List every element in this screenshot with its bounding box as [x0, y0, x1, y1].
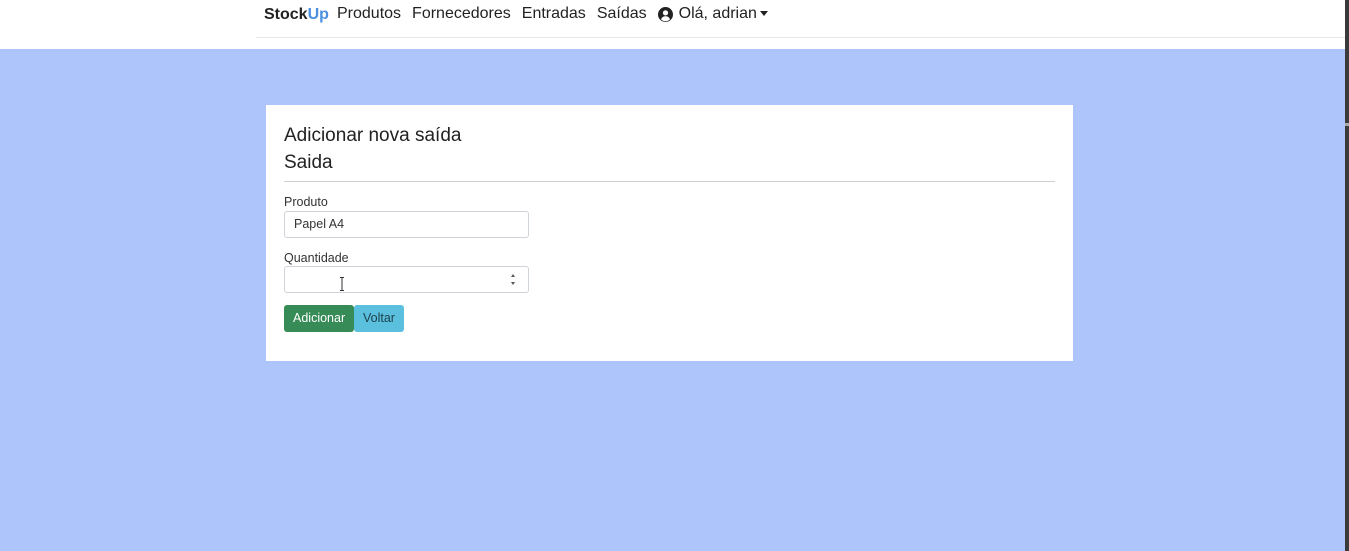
page-title: Adicionar nova saída Saida — [284, 122, 461, 176]
quantity-stepper[interactable] — [511, 272, 518, 288]
brand-logo[interactable]: StockUp — [264, 6, 329, 24]
produto-input[interactable]: Papel A4 — [284, 211, 529, 238]
nav-link-saidas[interactable]: Saídas — [597, 5, 647, 23]
quantidade-label: Quantidade — [284, 251, 349, 265]
add-button[interactable]: Adicionar — [284, 305, 355, 332]
produto-input-value: Papel A4 — [294, 217, 345, 231]
brand-part-up: Up — [307, 6, 329, 23]
stepper-up-icon[interactable] — [511, 274, 515, 277]
page-subtitle: Saida — [284, 152, 333, 173]
back-button[interactable]: Voltar — [354, 305, 404, 332]
navbar: StockUp Produtos Fornecedores Entradas S… — [0, 0, 1345, 49]
produto-label: Produto — [284, 195, 328, 209]
page-title-text: Adicionar nova saída — [284, 125, 462, 146]
brand-part-stock: Stock — [264, 6, 308, 23]
navbar-divider — [256, 37, 1345, 38]
nav-link-entradas[interactable]: Entradas — [522, 5, 586, 23]
nav-link-produtos[interactable]: Produtos — [337, 5, 401, 23]
user-menu-toggle[interactable]: Olá, adrian — [657, 5, 768, 23]
nav-link-fornecedores[interactable]: Fornecedores — [412, 5, 511, 23]
nav-menu: Produtos Fornecedores Entradas Saídas Ol… — [337, 5, 768, 23]
caret-down-icon — [759, 10, 768, 16]
card-divider — [284, 181, 1055, 182]
window-edge-marker — [1345, 123, 1349, 126]
text-cursor-icon — [340, 277, 344, 291]
quantidade-input[interactable] — [284, 266, 529, 293]
stepper-down-icon[interactable] — [511, 282, 515, 285]
window-edge — [1345, 0, 1349, 551]
user-circle-icon — [657, 6, 673, 22]
user-menu-label: Olá, adrian — [678, 5, 757, 22]
